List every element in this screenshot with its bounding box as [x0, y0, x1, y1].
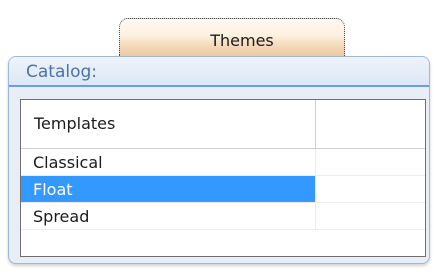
template-name: Spread [33, 207, 90, 226]
column-separator [315, 176, 316, 202]
catalog-header: Catalog: [9, 57, 429, 87]
templates-grid: Templates Classical Float Spread [20, 99, 426, 257]
list-item-classical[interactable]: Classical [21, 149, 425, 176]
window: Themes Catalog: Templates Classical Floa… [0, 0, 444, 273]
list-item-float[interactable]: Float [21, 176, 425, 203]
column-separator [315, 149, 316, 175]
list-item-spread[interactable]: Spread [21, 203, 425, 230]
cell-selected: Float [21, 176, 315, 202]
cell: Spread [21, 203, 315, 229]
catalog-title: Catalog: [26, 62, 98, 82]
tab-themes-label: Themes [210, 31, 274, 50]
column-separator [315, 203, 316, 229]
column-separator [315, 100, 316, 149]
cell: Classical [21, 149, 315, 175]
template-name: Float [33, 180, 73, 199]
template-name: Classical [33, 153, 103, 172]
grid-header[interactable]: Templates [21, 100, 425, 149]
tab-themes[interactable]: Themes [119, 18, 345, 56]
column-header-templates: Templates [34, 114, 116, 133]
catalog-panel: Catalog: Templates Classical Float Sprea… [8, 56, 430, 264]
